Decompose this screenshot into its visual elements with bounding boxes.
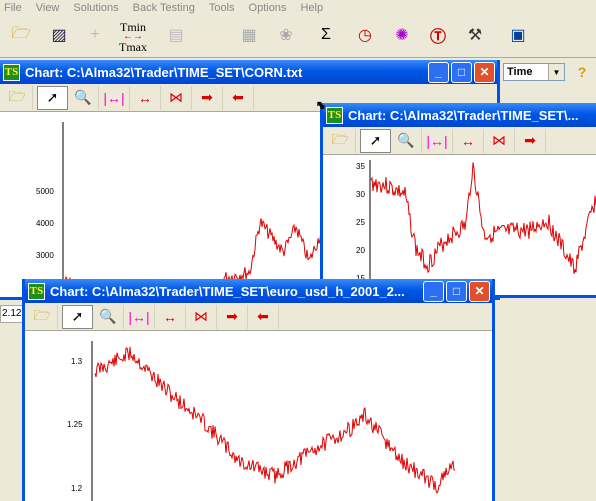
window-title: Chart: C:\Alma32\Trader\TIME_SET\euro_us…: [50, 283, 405, 299]
open-folder-icon[interactable]: 🗁: [8, 22, 34, 48]
arrow-right-icon[interactable]: ➡: [217, 304, 248, 329]
t-circle-icon[interactable]: Ⓣ: [425, 22, 451, 48]
menu-help[interactable]: Help: [300, 2, 323, 14]
chart-settings-icon[interactable]: ▨: [46, 22, 72, 48]
arrow-right-icon[interactable]: ➡: [515, 128, 546, 153]
help-icon[interactable]: ?: [573, 63, 591, 81]
expand-icon[interactable]: ↔: [130, 85, 161, 110]
pointer-icon[interactable]: ➚: [37, 85, 68, 110]
chart-window-second[interactable]: TS Chart: C:\Alma32\Trader\TIME_SET\... …: [320, 103, 596, 298]
ytick: 25: [356, 218, 365, 227]
window-icon[interactable]: ▣: [505, 22, 531, 48]
ytick: 1.3: [71, 357, 83, 366]
window-title: Chart: C:\Alma32\Trader\TIME_SET\CORN.tx…: [25, 64, 303, 80]
arrow-left-icon[interactable]: ⬅: [248, 304, 279, 329]
chart-window-euro[interactable]: TS Chart: C:\Alma32\Trader\TIME_SET\euro…: [22, 279, 495, 501]
zoom-icon[interactable]: 🔍: [391, 128, 422, 153]
range-icon[interactable]: |↔|: [124, 304, 155, 329]
ytick: 20: [356, 246, 365, 255]
window-title: Chart: C:\Alma32\Trader\TIME_SET\...: [348, 107, 579, 123]
range-icon[interactable]: |↔|: [99, 85, 130, 110]
ytick: 35: [356, 162, 365, 171]
minimize-button[interactable]: _: [423, 280, 444, 302]
open-icon[interactable]: 🗁: [27, 304, 58, 329]
menu-solutions[interactable]: Solutions: [73, 2, 118, 14]
menu-view[interactable]: View: [36, 2, 60, 14]
arrow-right-icon[interactable]: ➡: [192, 85, 223, 110]
chevron-down-icon[interactable]: ▼: [548, 64, 564, 80]
arrow-left-icon[interactable]: ⬅: [223, 85, 254, 110]
app-logo-icon: TS: [3, 63, 20, 81]
crosshair-icon[interactable]: +: [82, 22, 108, 48]
brain-icon[interactable]: ❀: [273, 22, 299, 48]
price-series: [370, 162, 596, 274]
zoom-icon[interactable]: 🔍: [68, 85, 99, 110]
price-series: [94, 346, 456, 494]
close-button[interactable]: ✕: [469, 280, 490, 302]
ytick: 4000: [36, 219, 54, 228]
time-select[interactable]: Time ▼: [503, 63, 565, 81]
wheel-icon[interactable]: ✺: [389, 22, 415, 48]
open-icon[interactable]: 🗁: [325, 128, 356, 153]
clock-icon[interactable]: ◷: [352, 22, 378, 48]
document-icon[interactable]: ▤: [163, 22, 189, 48]
compress-icon[interactable]: ⋈: [484, 128, 515, 153]
open-icon[interactable]: 🗁: [2, 85, 33, 110]
menu-file[interactable]: File: [4, 2, 22, 14]
sigma-icon[interactable]: Σ: [313, 22, 339, 48]
compress-icon[interactable]: ⋈: [186, 304, 217, 329]
compress-icon[interactable]: ⋈: [161, 85, 192, 110]
menu-options[interactable]: Options: [249, 2, 287, 14]
app-logo-icon: TS: [28, 282, 45, 300]
maximize-button[interactable]: □: [451, 61, 472, 83]
ytick: 30: [356, 190, 365, 199]
title-bar[interactable]: TS Chart: C:\Alma32\Trader\TIME_SET\euro…: [25, 279, 492, 303]
tmin-tmax-button[interactable]: Tmin ←→ Tmax: [115, 20, 151, 54]
menu-bar: File View Solutions Back Testing Tools O…: [0, 0, 596, 15]
maximize-button[interactable]: □: [446, 280, 467, 302]
pointer-icon[interactable]: ➚: [360, 128, 391, 153]
zoom-icon[interactable]: 🔍: [93, 304, 124, 329]
close-button[interactable]: ✕: [474, 61, 495, 83]
range-icon[interactable]: |↔|: [422, 128, 453, 153]
ytick: 1.25: [67, 420, 83, 429]
ytick: 3000: [36, 251, 54, 260]
ytick: 5000: [36, 187, 54, 196]
menu-back-testing[interactable]: Back Testing: [133, 2, 195, 14]
second-chart: 35 30 25 20 15: [356, 160, 596, 295]
chart-toolbar: 🗁 ➚ 🔍 |↔| ↔ ⋈ ➡: [323, 127, 596, 155]
ytick: 1.2: [71, 484, 83, 493]
grid-icon[interactable]: ▦: [236, 22, 262, 48]
tools-icon[interactable]: ⚒: [462, 22, 488, 48]
menu-tools[interactable]: Tools: [209, 2, 235, 14]
euro-chart: 1.3 1.25 1.2: [67, 341, 456, 501]
chart-toolbar: 🗁 ➚ 🔍 |↔| ↔ ⋈ ➡ ⬅: [25, 303, 492, 331]
pointer-icon[interactable]: ➚: [62, 304, 93, 329]
expand-icon[interactable]: ↔: [453, 128, 484, 153]
minimize-button[interactable]: _: [428, 61, 449, 83]
title-bar[interactable]: TS Chart: C:\Alma32\Trader\TIME_SET\CORN…: [0, 60, 497, 84]
main-toolbar: 🗁 ▨ + Tmin ←→ Tmax ▤ ▦ ❀ Σ ◷ ✺ Ⓣ ⚒ ▣: [0, 16, 596, 58]
title-bar[interactable]: TS Chart: C:\Alma32\Trader\TIME_SET\...: [323, 103, 596, 127]
expand-icon[interactable]: ↔: [155, 304, 186, 329]
